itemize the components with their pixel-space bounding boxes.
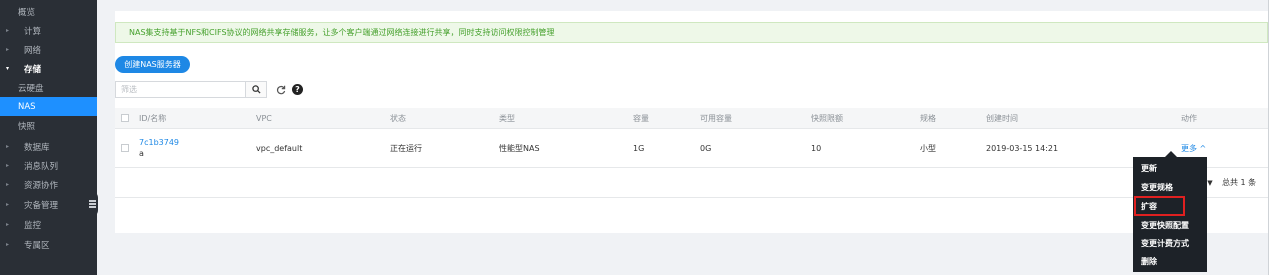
sidebar-item-cloud-disk[interactable]: 云硬盘 bbox=[0, 78, 97, 97]
help-icon[interactable]: ? bbox=[292, 84, 303, 95]
search-icon bbox=[251, 85, 261, 94]
sidebar-item-label: 存储 bbox=[24, 64, 42, 75]
sidebar-item-message-queue[interactable]: ▸ 消息队列 bbox=[0, 156, 97, 175]
info-notice: NAS集支持基于NFS和CIFS协议的网络共享存储服务，让多个客户端通过网络连接… bbox=[115, 22, 1268, 43]
sidebar-item-label: 灾备管理 bbox=[24, 200, 59, 211]
sidebar-item-label: 计算 bbox=[24, 26, 42, 37]
sidebar-collapse-handle[interactable] bbox=[86, 190, 98, 218]
caret-right-icon: ▸ bbox=[6, 162, 10, 169]
sidebar-item-dedicated-zone[interactable]: ▸ 专属区 bbox=[0, 235, 97, 254]
menu-item-delete[interactable]: 删除 bbox=[1133, 253, 1207, 269]
column-header: 类型 bbox=[499, 113, 515, 123]
sidebar-item-label: 概览 bbox=[18, 7, 36, 18]
menu-icon bbox=[88, 203, 96, 205]
sidebar: 概览 ▸ 计算 ▸ 网络 ▾ 存储 云硬盘 NAS 快照 ▸ 数据库 ▸ 消息队… bbox=[0, 0, 97, 275]
menu-item-change-snapshot-config[interactable]: 变更快照配置 bbox=[1133, 217, 1207, 233]
sidebar-item-label: 资源协作 bbox=[24, 180, 59, 191]
highlight-box bbox=[1134, 196, 1185, 216]
main-panel: NAS集支持基于NFS和CIFS协议的网络共享存储服务，让多个客户端通过网络连接… bbox=[115, 11, 1268, 233]
caret-right-icon: ▸ bbox=[6, 181, 10, 188]
type-cell: 性能型NAS bbox=[499, 143, 540, 153]
spec-cell: 小型 bbox=[920, 143, 936, 153]
total-count: 总共 1 条 bbox=[1222, 178, 1257, 187]
sidebar-item-monitoring[interactable]: ▸ 监控 bbox=[0, 215, 97, 234]
caret-right-icon: ▸ bbox=[6, 46, 10, 53]
sidebar-item-label: NAS bbox=[18, 101, 36, 112]
sidebar-item-label: 云硬盘 bbox=[18, 83, 44, 94]
sidebar-item-network[interactable]: ▸ 网络 bbox=[0, 40, 97, 59]
table-header: ID/名称 VPC 状态 类型 容量 可用容量 快照限额 规格 创建时间 动作 bbox=[115, 108, 1268, 129]
search-input[interactable]: 筛选 bbox=[115, 81, 245, 98]
caret-down-icon: ▾ bbox=[6, 65, 10, 72]
create-nas-button[interactable]: 创建NAS服务器 bbox=[115, 56, 190, 73]
menu-item-update[interactable]: 更新 bbox=[1133, 160, 1207, 176]
sidebar-item-label: 数据库 bbox=[24, 142, 50, 153]
sidebar-item-label: 专属区 bbox=[24, 240, 50, 251]
snapshot-limit-cell: 10 bbox=[811, 143, 822, 153]
column-header: 状态 bbox=[390, 113, 406, 123]
column-header: 规格 bbox=[920, 113, 936, 123]
row-checkbox[interactable] bbox=[121, 144, 129, 152]
table-row: 7c1b3749 a vpc_default 正在运行 性能型NAS 1G 0G… bbox=[115, 129, 1268, 168]
sidebar-item-database[interactable]: ▸ 数据库 bbox=[0, 137, 97, 156]
available-capacity-cell: 0G bbox=[700, 143, 712, 153]
select-all-checkbox[interactable] bbox=[121, 114, 129, 122]
sidebar-item-label: 快照 bbox=[18, 121, 36, 132]
search-button[interactable] bbox=[245, 81, 267, 98]
capacity-cell: 1G bbox=[633, 143, 645, 153]
refresh-icon[interactable] bbox=[274, 81, 288, 98]
column-header: 容量 bbox=[633, 113, 649, 123]
vpc-cell: vpc_default bbox=[256, 143, 303, 153]
sidebar-item-storage[interactable]: ▾ 存储 bbox=[0, 59, 97, 78]
caret-right-icon: ▸ bbox=[6, 241, 10, 248]
sidebar-item-label: 网络 bbox=[24, 45, 42, 56]
sidebar-item-label: 消息队列 bbox=[24, 161, 59, 172]
instance-id-link[interactable]: 7c1b3749 bbox=[139, 138, 179, 147]
caret-right-icon: ▸ bbox=[6, 221, 10, 228]
sidebar-item-overview[interactable]: 概览 bbox=[0, 2, 97, 21]
column-header: 创建时间 bbox=[986, 113, 1018, 123]
sidebar-item-resource-collab[interactable]: ▸ 资源协作 bbox=[0, 175, 97, 194]
menu-item-change-spec[interactable]: 变更规格 bbox=[1133, 179, 1207, 195]
sidebar-item-compute[interactable]: ▸ 计算 bbox=[0, 21, 97, 40]
menu-item-change-billing[interactable]: 变更计费方式 bbox=[1133, 235, 1207, 251]
sidebar-item-nas[interactable]: NAS bbox=[0, 97, 97, 116]
sidebar-item-label: 监控 bbox=[24, 220, 42, 231]
column-header: 动作 bbox=[1181, 113, 1197, 123]
table-footer: ▼ 总共 1 条 bbox=[115, 168, 1268, 198]
instance-name: a bbox=[139, 149, 144, 158]
column-header: ID/名称 bbox=[139, 113, 167, 123]
column-header: VPC bbox=[256, 113, 272, 123]
status-cell: 正在运行 bbox=[390, 143, 422, 153]
sidebar-item-snapshot[interactable]: 快照 bbox=[0, 116, 97, 135]
caret-right-icon: ▸ bbox=[6, 27, 10, 34]
column-header: 快照限额 bbox=[811, 113, 843, 123]
created-time-cell: 2019-03-15 14:21 bbox=[986, 143, 1059, 153]
sidebar-item-disaster-recovery[interactable]: ▸ 灾备管理 bbox=[0, 195, 97, 214]
caret-right-icon: ▸ bbox=[6, 143, 10, 150]
caret-right-icon: ▸ bbox=[6, 201, 10, 208]
column-header: 可用容量 bbox=[700, 113, 732, 123]
